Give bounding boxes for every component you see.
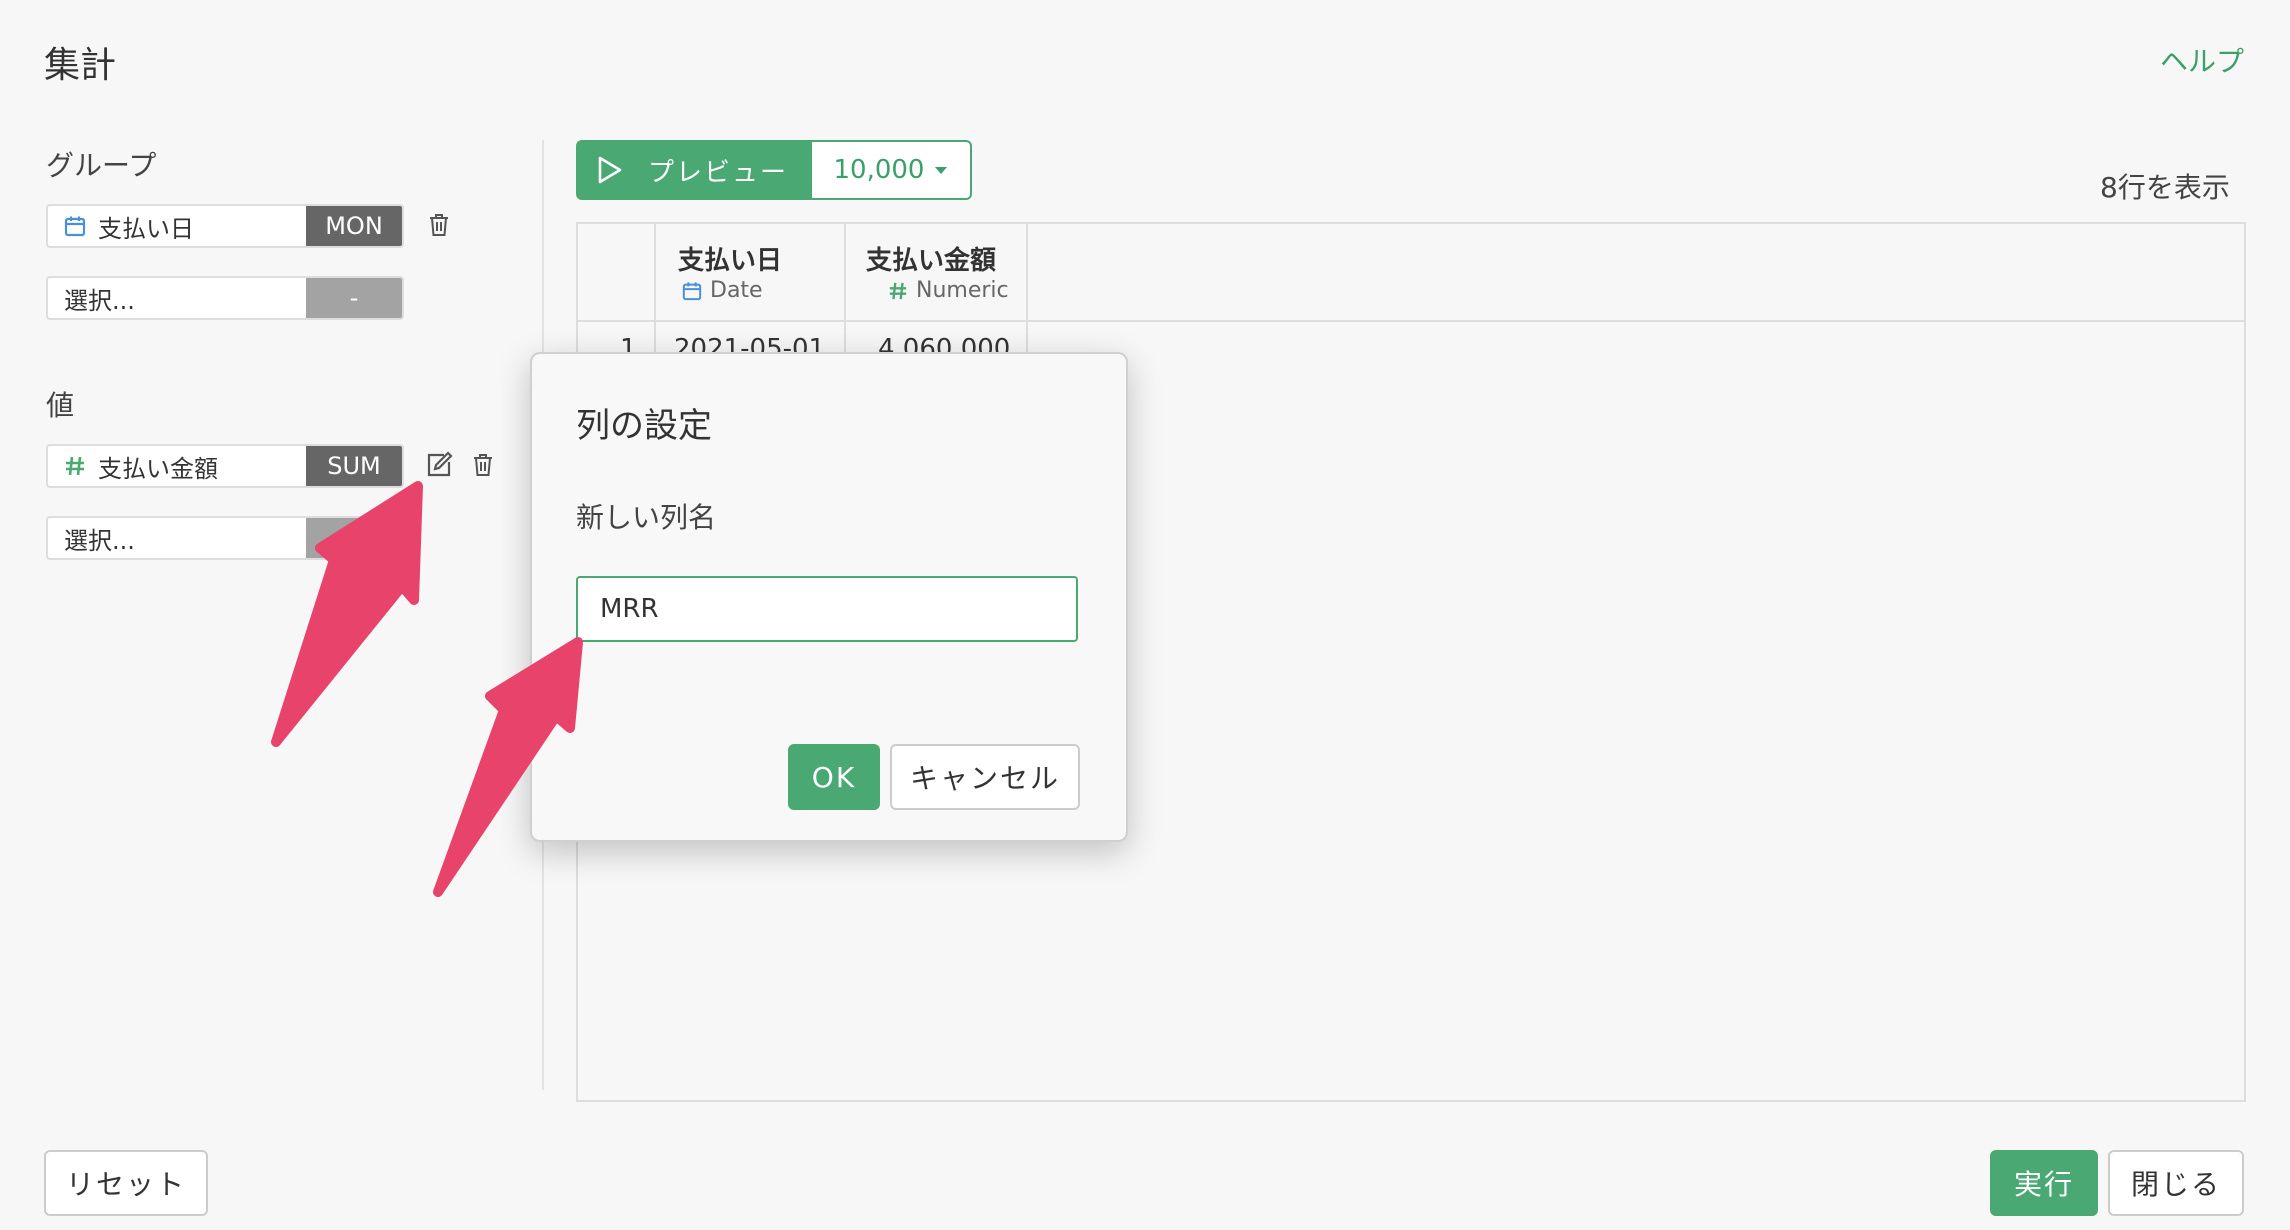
annotation-arrow [271, 481, 423, 747]
annotation-arrows [271, 481, 583, 897]
annotation-arrow [433, 637, 583, 897]
